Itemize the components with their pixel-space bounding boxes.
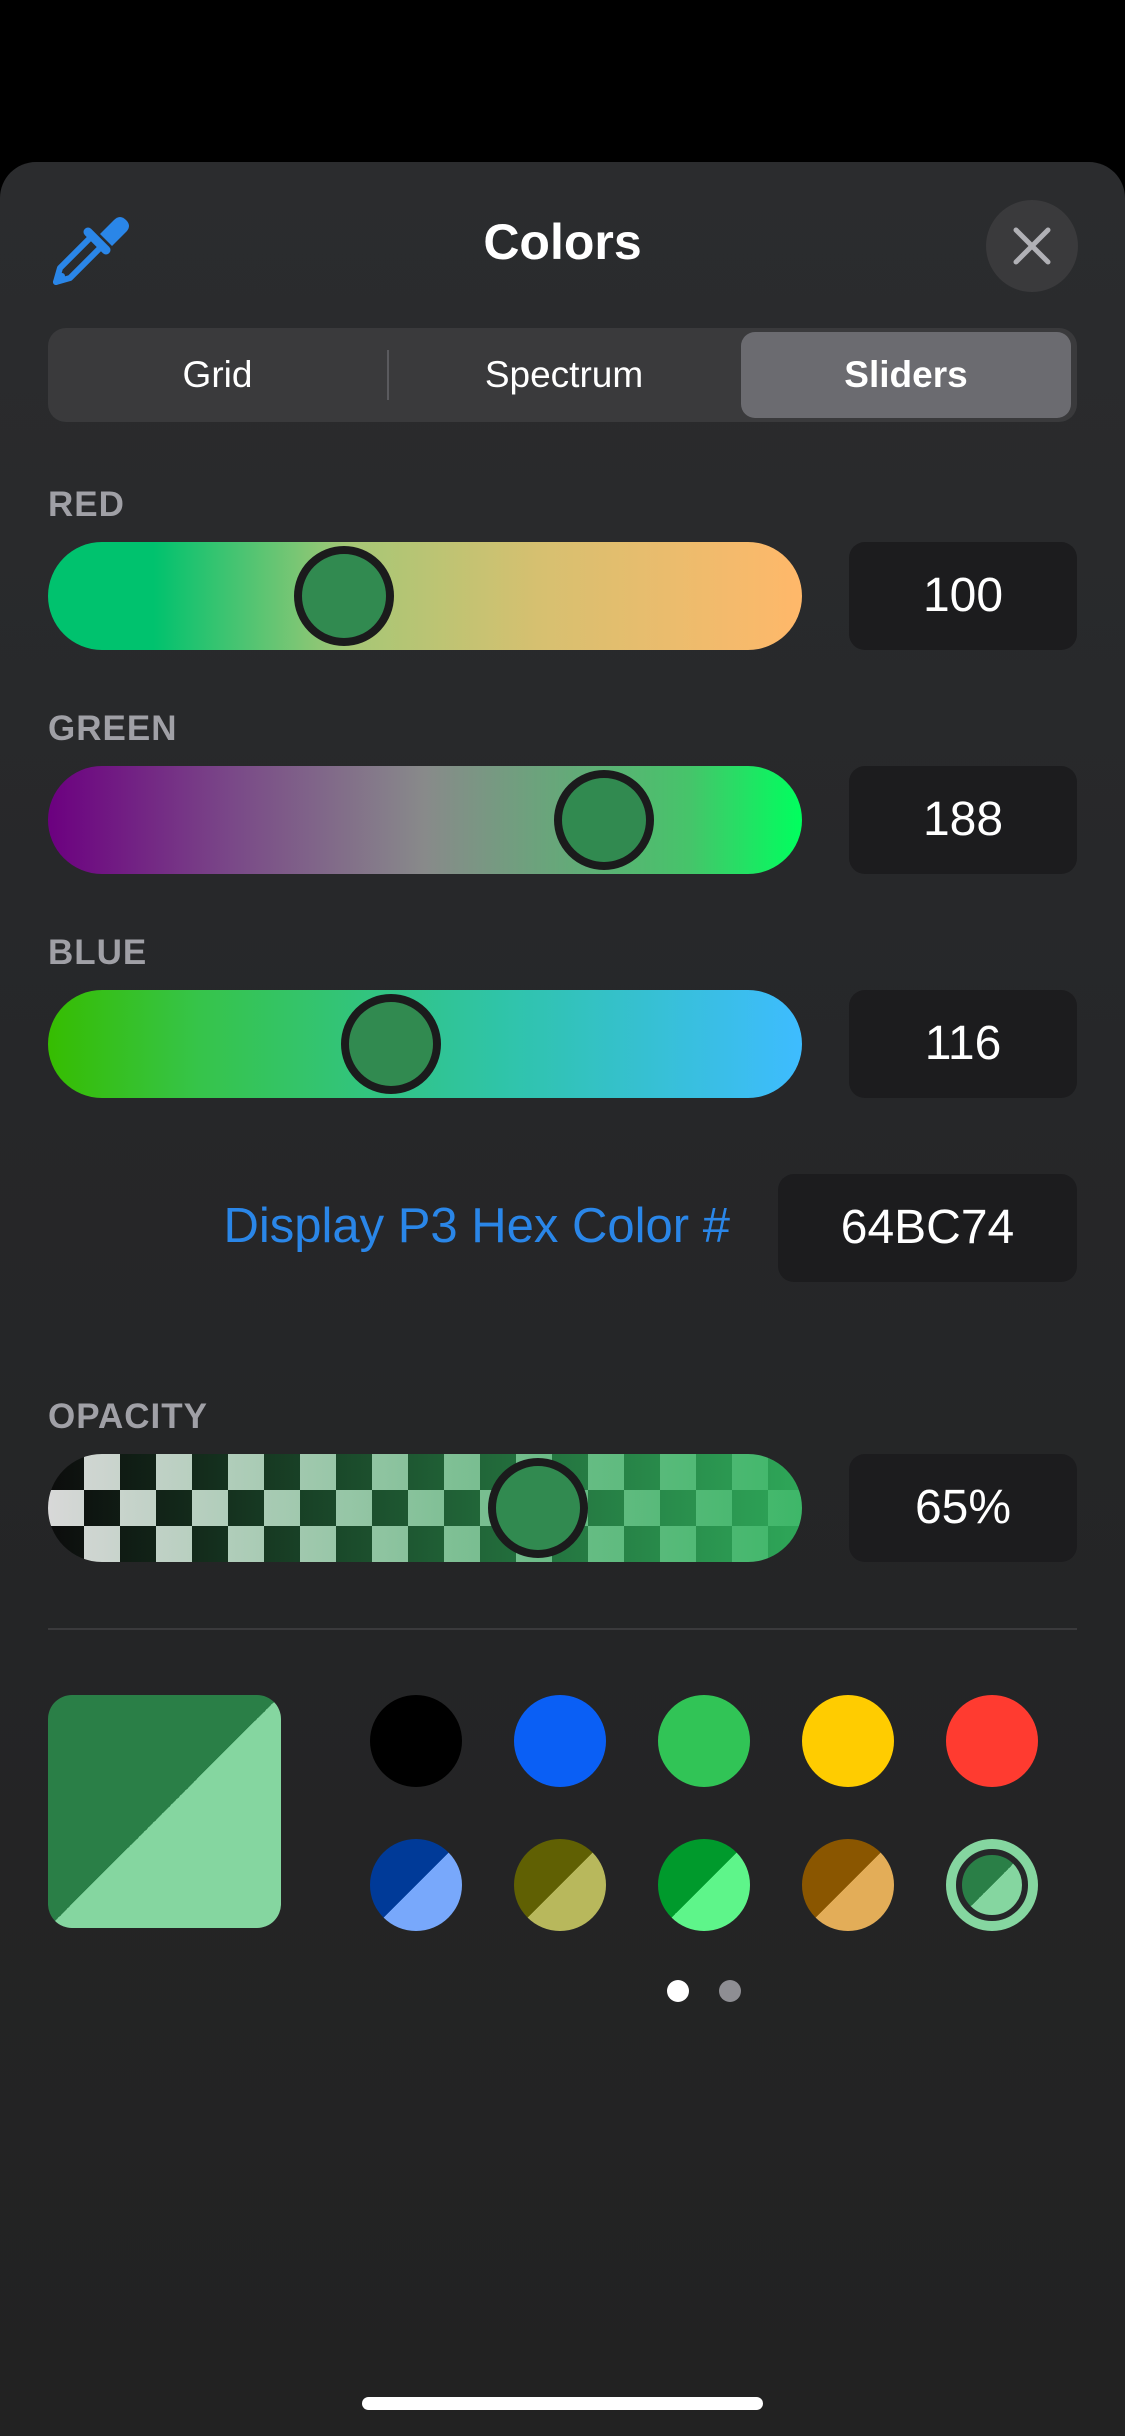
color-swatch-olive-alpha[interactable] (514, 1839, 606, 1931)
tab-spectrum[interactable]: Spectrum (389, 328, 739, 422)
color-picker-sheet (0, 162, 1125, 2436)
opacity-slider-track[interactable] (48, 1454, 802, 1562)
color-swatch-blue[interactable] (514, 1695, 606, 1787)
color-swatch-yellow[interactable] (802, 1695, 894, 1787)
green-value-field[interactable]: 188 (849, 766, 1077, 874)
red-label: RED (48, 485, 125, 524)
mode-segmented-control: Grid Spectrum Sliders (48, 328, 1077, 422)
sheet-title: Colors (483, 214, 642, 270)
red-slider-thumb[interactable] (293, 546, 394, 646)
opacity-label: OPACITY (48, 1397, 208, 1436)
blue-slider-thumb[interactable] (341, 994, 442, 1094)
green-slider-track[interactable] (48, 766, 802, 874)
green-slider-thumb[interactable] (553, 770, 654, 870)
tab-sliders[interactable]: Sliders (741, 328, 1071, 422)
color-swatch-black[interactable] (370, 1695, 462, 1787)
current-color-preview (48, 1695, 281, 1928)
selected-swatch-ring (956, 1849, 1028, 1921)
blue-label: BLUE (48, 933, 148, 972)
opacity-value-field[interactable]: 65% (849, 1454, 1077, 1562)
page-dot-1[interactable] (667, 1980, 689, 2002)
tab-grid[interactable]: Grid (48, 328, 387, 422)
color-swatch-custom-selected[interactable] (946, 1839, 1038, 1931)
color-swatch-red[interactable] (946, 1695, 1038, 1787)
color-swatch-green[interactable] (658, 1695, 750, 1787)
hex-color-label: Display P3 Hex Color # (223, 1199, 730, 1253)
section-divider (48, 1628, 1077, 1630)
home-indicator (362, 2397, 763, 2410)
opacity-slider-thumb[interactable] (488, 1458, 589, 1558)
red-slider-track[interactable] (48, 542, 802, 650)
blue-value-field[interactable]: 116 (849, 990, 1077, 1098)
red-value-field[interactable]: 100 (849, 542, 1077, 650)
page-dot-2[interactable] (719, 1980, 741, 2002)
hex-color-field[interactable]: 64BC74 (778, 1174, 1077, 1282)
color-swatch-orange-alpha[interactable] (802, 1839, 894, 1931)
green-label: GREEN (48, 709, 178, 748)
close-button[interactable] (986, 200, 1078, 292)
close-icon (1013, 227, 1051, 265)
blue-slider-track[interactable] (48, 990, 802, 1098)
color-swatch-blue-alpha[interactable] (370, 1839, 462, 1931)
color-swatch-green-alpha[interactable] (658, 1839, 750, 1931)
